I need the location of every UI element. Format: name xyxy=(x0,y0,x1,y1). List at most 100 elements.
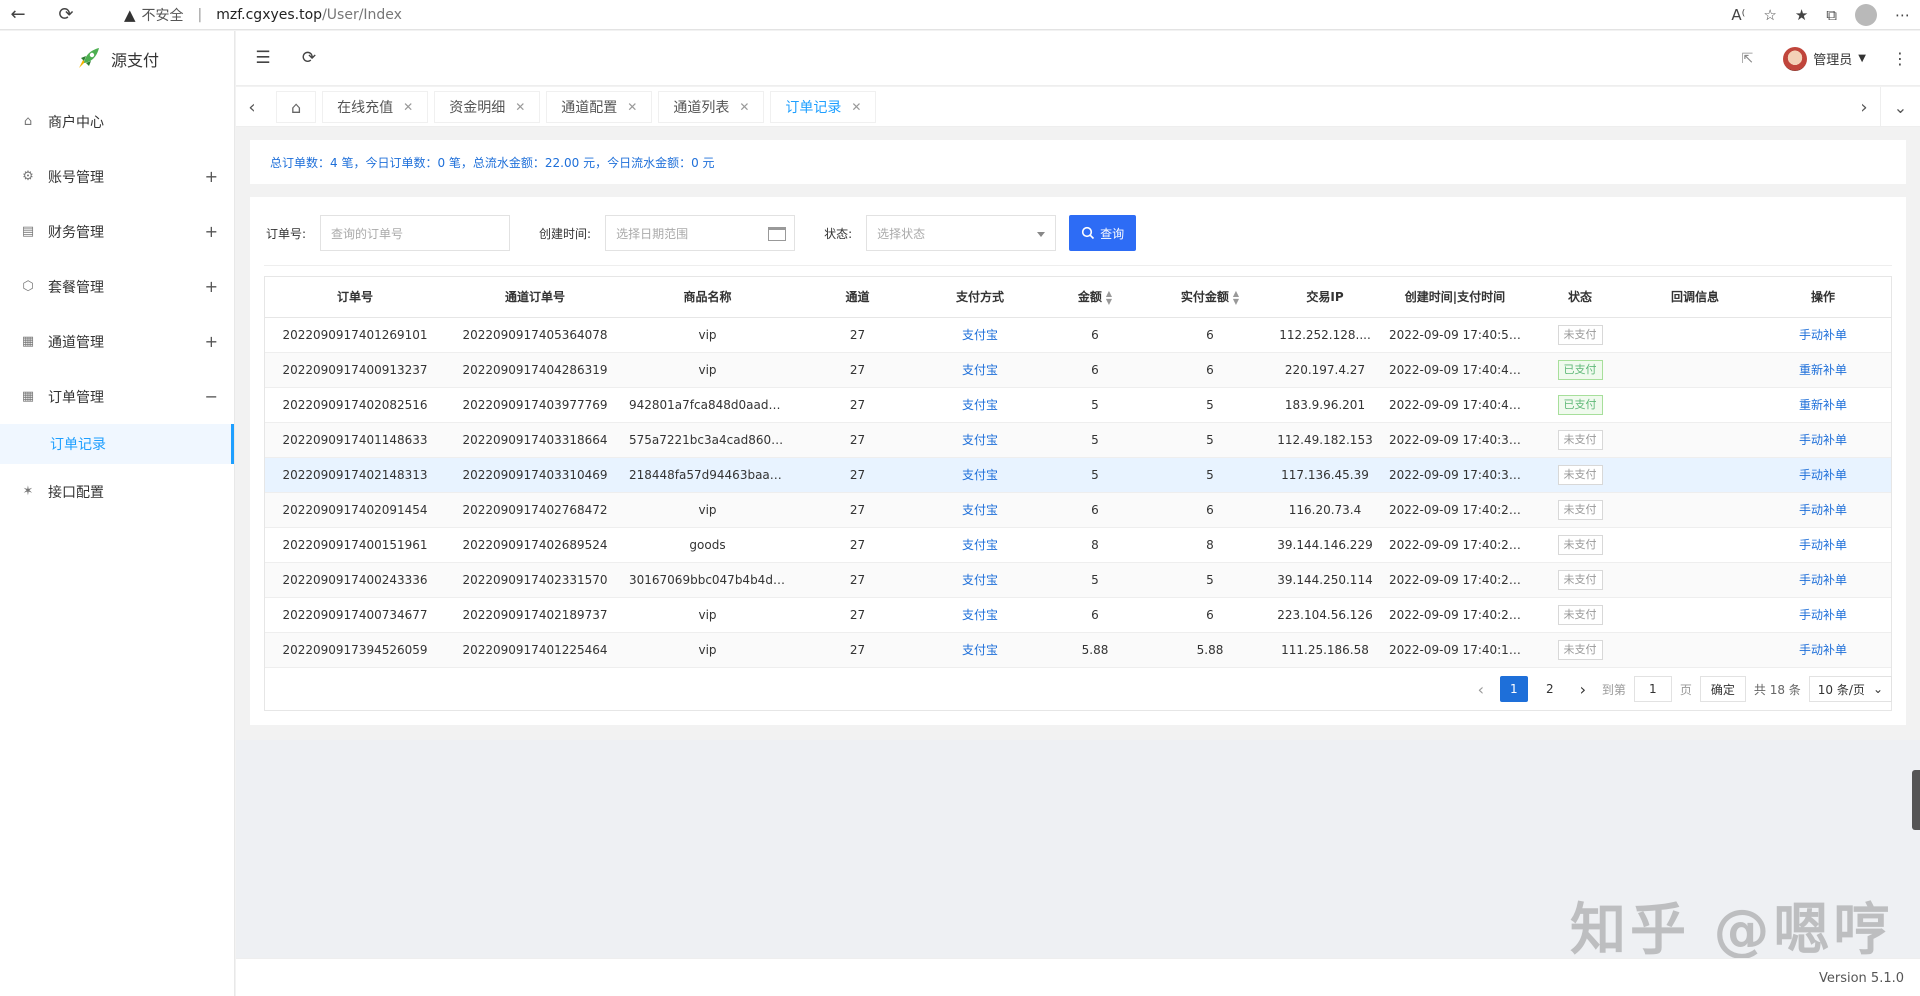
refresh-page-icon[interactable]: ⟳ xyxy=(286,48,332,68)
tab-fund-details[interactable]: 资金明细 ✕ xyxy=(434,91,541,123)
sidebar-item-order[interactable]: ▦ 订单管理 − xyxy=(0,369,234,424)
search-button[interactable]: 查询 xyxy=(1069,215,1137,251)
pay-method-link[interactable]: 支付宝 xyxy=(962,573,998,587)
tab-online-recharge[interactable]: 在线充值 ✕ xyxy=(322,91,429,123)
page-2-button[interactable]: 2 xyxy=(1536,676,1564,702)
reorder-action-link[interactable]: 手动补单 xyxy=(1799,573,1847,587)
table-row[interactable]: 2022090917402082516 2022090917403977769 94… xyxy=(265,387,1891,423)
tabs-scroll-left-icon[interactable]: ‹ xyxy=(242,87,262,127)
table-row[interactable]: 2022090917402148313 2022090917403310469 21… xyxy=(265,457,1891,493)
sidebar-item-api-config[interactable]: ✶ 接口配置 xyxy=(0,464,234,519)
reorder-action-link[interactable]: 手动补单 xyxy=(1799,503,1847,517)
col-callback: 回调信息 xyxy=(1635,277,1755,318)
col-amount[interactable]: 金额 ▲ ▼ xyxy=(1035,277,1155,318)
page-size-select[interactable]: 10 条/页 ⌄ xyxy=(1808,676,1892,702)
pay-method-link[interactable]: 支付宝 xyxy=(962,363,998,377)
reorder-action-link[interactable]: 手动补单 xyxy=(1799,468,1847,482)
cell-callback xyxy=(1635,562,1755,598)
package-icon: ⬡ xyxy=(22,279,34,294)
cell-channel-order-no: 2022090917402331570 xyxy=(445,562,625,598)
reorder-action-link[interactable]: 手动补单 xyxy=(1799,608,1847,622)
status-select[interactable]: 选择状态 xyxy=(866,215,1057,251)
reorder-action-link[interactable]: 手动补单 xyxy=(1799,643,1847,657)
search-button-label: 查询 xyxy=(1100,226,1125,241)
cell-order-no: 2022090917394526059 xyxy=(265,632,445,668)
sidebar-item-package[interactable]: ⬡ 套餐管理 + xyxy=(0,259,234,314)
table-row[interactable]: 2022090917401269101 2022090917405364078 vi… xyxy=(265,317,1891,353)
table-row[interactable]: 2022090917400151961 2022090917402689524 go… xyxy=(265,527,1891,563)
table-row[interactable]: 2022090917400913237 2022090917404286319 vi… xyxy=(265,352,1891,388)
sidebar-item-channel[interactable]: ▦ 通道管理 + xyxy=(0,314,234,369)
table-row[interactable]: 2022090917401148633 2022090917403318664 57… xyxy=(265,422,1891,458)
close-icon[interactable]: ✕ xyxy=(627,100,637,114)
fullscreen-icon[interactable]: ⇱ xyxy=(1742,51,1754,67)
reorder-action-link[interactable]: 手动补单 xyxy=(1799,328,1847,342)
reorder-action-link[interactable]: 重新补单 xyxy=(1799,363,1847,377)
table-row[interactable]: 2022090917400243336 2022090917402331570 30… xyxy=(265,562,1891,598)
cell-amount: 5 xyxy=(1035,562,1155,598)
pay-method-link[interactable]: 支付宝 xyxy=(962,538,998,552)
tab-channel-list[interactable]: 通道列表 ✕ xyxy=(658,91,765,123)
address-bar[interactable]: ▲ 不安全 | mzf.cgxyes.top/User/Index xyxy=(124,5,402,25)
col-paid-amount[interactable]: 实付金额 ▲ ▼ xyxy=(1155,277,1265,318)
read-aloud-icon[interactable]: A⁽ xyxy=(1731,6,1745,24)
cell-actions: 重新补单 xyxy=(1755,352,1891,388)
pay-method-link[interactable]: 支付宝 xyxy=(962,433,998,447)
sidebar-item-label: 订单管理 xyxy=(48,389,104,406)
reorder-action-link[interactable]: 重新补单 xyxy=(1799,398,1847,412)
order-number-input[interactable]: 查询的订单号 xyxy=(320,215,511,251)
pay-method-link[interactable]: 支付宝 xyxy=(962,398,998,412)
menu-toggle-icon[interactable]: ☰ xyxy=(240,48,286,68)
tabs-scroll-right-icon[interactable]: › xyxy=(1854,87,1874,127)
date-range-input[interactable]: 选择日期范围 xyxy=(605,215,796,251)
more-vertical-icon[interactable]: ⋮ xyxy=(1892,49,1908,68)
reorder-action-link[interactable]: 手动补单 xyxy=(1799,538,1847,552)
tab-channel-config[interactable]: 通道配置 ✕ xyxy=(546,91,653,123)
close-icon[interactable]: ✕ xyxy=(739,100,749,114)
pay-method-link[interactable]: 支付宝 xyxy=(962,643,998,657)
back-arrow-icon[interactable]: ← xyxy=(0,0,36,30)
goto-page-input[interactable]: 1 xyxy=(1633,676,1672,702)
tab-home[interactable]: ⌂ xyxy=(276,91,317,123)
table-row[interactable]: 2022090917394526059 2022090917401225464 vi… xyxy=(265,632,1891,668)
close-icon[interactable]: ✕ xyxy=(515,100,525,114)
tab-order-records[interactable]: 订单记录 ✕ xyxy=(770,91,877,123)
side-panel-handle[interactable] xyxy=(1912,770,1920,830)
user-menu[interactable]: 管理员 ▼ xyxy=(1783,46,1866,71)
table-row[interactable]: 2022090917402091454 2022090917402768472 vi… xyxy=(265,492,1891,528)
sidebar-item-account[interactable]: ⚙ 账号管理 + xyxy=(0,149,234,204)
cell-trade-ip: 39.144.250.114 xyxy=(1265,562,1385,598)
pay-method-link[interactable]: 支付宝 xyxy=(962,468,998,482)
finance-icon: ▤ xyxy=(21,224,35,239)
sidebar-subitem-order-records[interactable]: 订单记录 xyxy=(0,424,234,464)
sort-icon[interactable]: ▲ ▼ xyxy=(1106,289,1112,306)
sidebar-item-merchant-center[interactable]: ⌂ 商户中心 xyxy=(0,94,234,149)
sort-icon[interactable]: ▲ ▼ xyxy=(1233,289,1239,306)
collections-icon[interactable]: ⧉ xyxy=(1826,6,1837,24)
browser-profile-avatar[interactable] xyxy=(1855,4,1877,26)
sidebar: 源支付 ⌂ 商户中心 ⚙ 账号管理 + ▤ 财务管理 + ⬡ 套餐管理 + ▦ … xyxy=(0,31,235,996)
order-summary: 总订单数：4 笔，今日订单数：0 笔，总流水金额：22.00 元，今日流水金额：… xyxy=(250,140,1906,184)
pay-method-link[interactable]: 支付宝 xyxy=(962,608,998,622)
page-1-button[interactable]: 1 xyxy=(1499,676,1528,702)
favorites-icon[interactable]: ★ xyxy=(1795,6,1808,24)
browser-toolbar: ← ⟳ ▲ 不安全 | mzf.cgxyes.top/User/Index A⁽… xyxy=(0,0,1920,30)
browser-menu-icon[interactable]: ⋯ xyxy=(1895,6,1910,24)
close-icon[interactable]: ✕ xyxy=(851,100,861,114)
close-icon[interactable]: ✕ xyxy=(403,100,413,114)
pay-method-link[interactable]: 支付宝 xyxy=(962,503,998,517)
goto-confirm-button[interactable]: 确定 xyxy=(1699,676,1746,702)
prev-page-icon[interactable]: ‹ xyxy=(1470,680,1492,699)
brand-logo[interactable]: 源支付 xyxy=(0,31,234,86)
cell-channel-order-no: 2022090917405364078 xyxy=(445,317,625,353)
sidebar-item-finance[interactable]: ▤ 财务管理 + xyxy=(0,204,234,259)
pay-method-link[interactable]: 支付宝 xyxy=(962,328,998,342)
tabs-menu-chevron-down-icon[interactable]: ⌄ xyxy=(1880,87,1920,127)
reorder-action-link[interactable]: 手动补单 xyxy=(1799,433,1847,447)
cell-order-no: 2022090917400734677 xyxy=(265,597,445,633)
table-row[interactable]: 2022090917400734677 2022090917402189737 vi… xyxy=(265,597,1891,633)
favorite-add-icon[interactable]: ☆ xyxy=(1763,6,1776,24)
next-page-icon[interactable]: › xyxy=(1572,680,1594,699)
refresh-icon[interactable]: ⟳ xyxy=(48,0,84,30)
sidebar-item-label: 通道管理 xyxy=(48,334,104,351)
